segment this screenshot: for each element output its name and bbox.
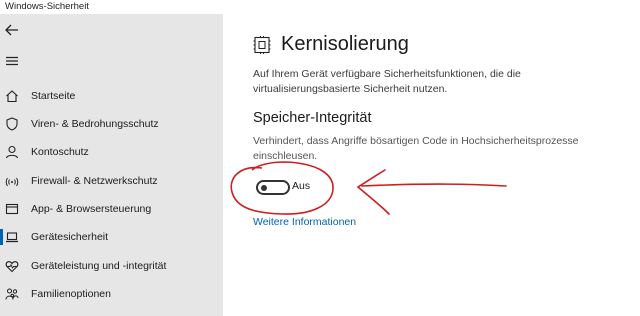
core-isolation-icon [253,36,271,54]
hamburger-icon [6,56,18,66]
section-title: Speicher-Integrität [253,110,372,126]
sidebar-item-label: Kontoschutz [31,146,89,158]
page-title: Kernisolierung [281,33,409,55]
sidebar: Startseite Viren- & Bedrohungsschutz Kon… [0,14,223,316]
sidebar-item-viren-bedrohungsschutz[interactable]: Viren- & Bedrohungsschutz [0,112,223,136]
sidebar-item-firewall-netzwerkschutz[interactable]: Firewall- & Netzwerkschutz [0,169,223,193]
sidebar-item-label: Startseite [31,90,76,102]
wifi-icon [5,174,19,188]
heart-icon [5,259,19,273]
menu-button[interactable] [4,54,20,68]
section-description: Verhindert, dass Angriffe bösartigen Cod… [253,135,579,162]
sidebar-item-app-browsersteuerung[interactable]: App- & Browsersteuerung [0,197,223,221]
sidebar-item-familienoptionen[interactable]: Familienoptionen [0,282,223,306]
selection-indicator [0,229,3,245]
sidebar-item-startseite[interactable]: Startseite [0,84,223,108]
laptop-icon [5,230,19,244]
sidebar-item-label: App- & Browsersteuerung [31,203,152,215]
home-icon [5,89,19,103]
toggle-knob [261,184,267,191]
sidebar-item-geraeteleistung[interactable]: Geräteleistung und -integrität [0,254,223,278]
sidebar-item-label: Viren- & Bedrohungsschutz [31,118,159,130]
more-info-link[interactable]: Weitere Informationen [253,216,356,228]
shield-icon [5,117,19,131]
person-icon [5,145,19,159]
title-bar: Windows-Sicherheit [0,0,640,14]
main-content: Kernisolierung Auf Ihrem Gerät verfügbar… [223,14,640,316]
toggle-state-label: Aus [292,180,311,192]
sidebar-item-kontoschutz[interactable]: Kontoschutz [0,140,223,164]
memory-integrity-toggle[interactable] [256,180,290,195]
sidebar-item-label: Geräteleistung und -integrität [31,260,167,272]
page-description: Auf Ihrem Gerät verfügbare Sicherheitsfu… [253,68,521,95]
family-icon [5,287,19,301]
window-title: Windows-Sicherheit [5,1,89,12]
sidebar-item-label: Gerätesicherheit [31,231,109,243]
back-arrow-icon [5,24,18,36]
sidebar-item-label: Familienoptionen [31,288,111,300]
back-button[interactable] [4,23,20,37]
sidebar-item-geraetesicherheit[interactable]: Gerätesicherheit [0,225,223,249]
app-window-icon [5,202,19,216]
sidebar-item-label: Firewall- & Netzwerkschutz [31,175,158,187]
